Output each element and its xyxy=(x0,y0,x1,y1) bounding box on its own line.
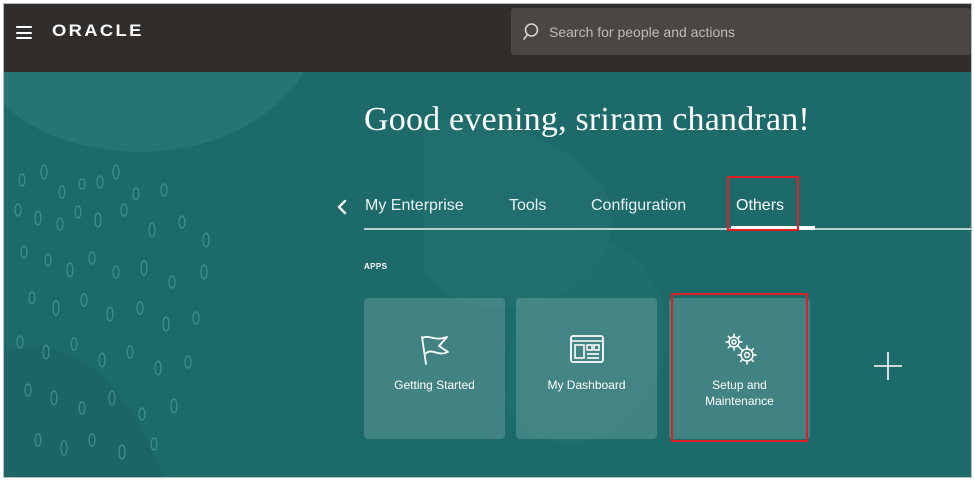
search-bar[interactable] xyxy=(511,8,971,55)
app-window: ORACLE Search for people and actions Goo… xyxy=(3,3,972,478)
tab-divider xyxy=(364,228,971,230)
apps-section-label: APPS xyxy=(364,262,388,271)
dashboard-icon xyxy=(569,335,604,363)
highlight-others-tab xyxy=(727,176,799,231)
tab-tools[interactable]: Tools xyxy=(509,197,546,215)
tile-label: My Dashboard xyxy=(547,378,626,392)
search-input[interactable] xyxy=(549,8,959,55)
app-tile-my-dashboard[interactable]: My Dashboard xyxy=(516,298,657,439)
top-bar: ORACLE xyxy=(4,4,971,72)
greeting-title: Good evening, sriram chandran! xyxy=(364,101,810,138)
flag-icon xyxy=(420,335,449,365)
search-icon xyxy=(523,23,539,40)
chevron-left-icon[interactable] xyxy=(334,195,350,219)
menu-icon[interactable] xyxy=(16,26,32,39)
app-tile-getting-started[interactable]: Getting Started xyxy=(364,298,505,439)
oracle-logo[interactable]: ORACLE xyxy=(52,21,144,41)
tab-bar: My Enterprise Tools Configuration Others xyxy=(334,189,971,231)
tile-label: Getting Started xyxy=(394,378,475,392)
highlight-setup-tile xyxy=(671,293,808,442)
tab-my-enterprise[interactable]: My Enterprise xyxy=(365,197,464,215)
welcome-panel: Good evening, sriram chandran! My Enterp… xyxy=(4,72,971,477)
plus-icon[interactable] xyxy=(872,350,904,382)
tab-configuration[interactable]: Configuration xyxy=(591,197,686,215)
